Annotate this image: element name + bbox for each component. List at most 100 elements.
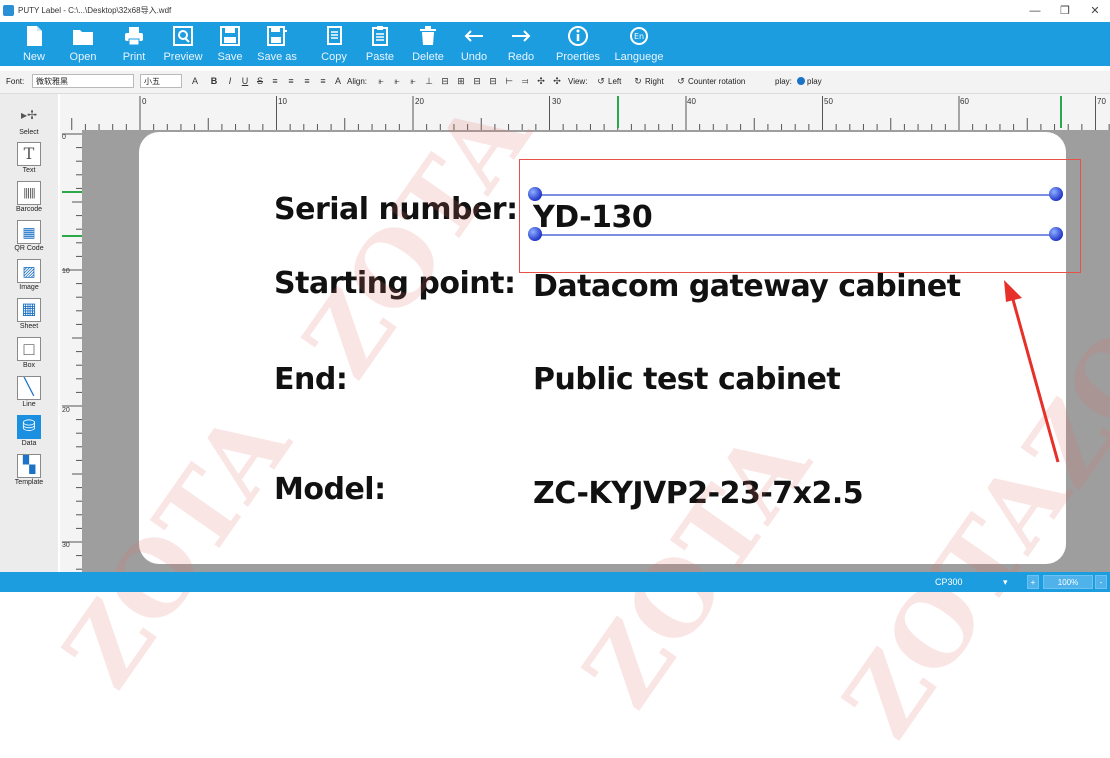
rotate-right-icon[interactable]: ↻ — [633, 76, 643, 86]
tool-line-label: Line — [22, 401, 36, 408]
save-button[interactable]: Save — [212, 22, 248, 66]
align-vcenter-icon[interactable]: ⊟ — [440, 76, 450, 86]
open-button[interactable]: Open — [63, 22, 103, 66]
distribute-v-icon[interactable]: ⫤ — [520, 76, 530, 86]
counter-rotation-label[interactable]: Counter rotation — [688, 77, 745, 86]
end-label[interactable]: End: — [274, 362, 348, 397]
ruler-mark-60: 60 — [960, 97, 969, 106]
tool-text[interactable]: T Text — [17, 142, 41, 178]
strikethrough-icon[interactable]: S — [255, 76, 265, 86]
align-bottom-icon[interactable]: ⊞ — [456, 76, 466, 86]
font-size-select[interactable]: 小五 — [140, 74, 182, 88]
tool-barcode[interactable]: |||||| Barcode — [16, 181, 42, 217]
preview-button[interactable]: Preview — [160, 22, 206, 66]
maximize-button[interactable]: ❐ — [1050, 2, 1080, 20]
same-height-icon[interactable]: ⊟ — [488, 76, 498, 86]
serial-number-label[interactable]: Serial number: — [274, 192, 518, 227]
tool-select[interactable]: ▸✢ Select — [17, 104, 41, 140]
shrink-font-icon[interactable]: A — [333, 76, 343, 86]
tool-qr-code[interactable]: ▦ QR Code — [14, 220, 44, 256]
annotation-arrow-icon — [1004, 280, 1060, 463]
new-button[interactable]: New — [14, 22, 54, 66]
qr-code-icon: ▦ — [17, 220, 41, 244]
underline-icon[interactable]: U — [240, 76, 250, 86]
end-value[interactable]: Public test cabinet — [533, 362, 841, 397]
save-as-label: Save as — [257, 51, 297, 63]
template-icon: ▚ — [17, 454, 41, 478]
resize-handle-bottom-right[interactable] — [1049, 227, 1063, 241]
align-left-text-icon[interactable]: ≡ — [270, 76, 280, 86]
italic-icon[interactable]: I — [225, 76, 235, 86]
tool-box[interactable]: □ Box — [17, 337, 41, 373]
new-file-icon — [27, 26, 42, 46]
delete-button[interactable]: Delete — [408, 22, 448, 66]
tool-barcode-label: Barcode — [15, 206, 43, 213]
zoom-in-button[interactable]: + — [1027, 575, 1039, 589]
align-hcenter-icon[interactable]: ⫦ — [392, 76, 402, 86]
play-button[interactable]: play — [797, 77, 822, 86]
counter-rotation-icon[interactable]: ↺ — [676, 76, 686, 86]
font-select[interactable]: 微软雅黑 — [32, 74, 134, 88]
printer-name: CP300 — [935, 577, 963, 587]
tool-text-label: Text — [22, 167, 36, 174]
save-label: Save — [217, 51, 243, 63]
copy-icon — [327, 26, 342, 45]
resize-handle-top-left[interactable] — [528, 187, 542, 201]
zoom-out-button[interactable]: - — [1095, 575, 1107, 589]
copy-label: Copy — [321, 51, 347, 63]
align-right-text-icon[interactable]: ≡ — [302, 76, 312, 86]
redo-label: Redo — [507, 51, 535, 63]
vertical-ruler: 0 10 20 30 — [60, 130, 83, 572]
zoom-select[interactable]: 100% — [1043, 575, 1093, 589]
save-as-button[interactable]: Save as — [254, 22, 300, 66]
arrow-right-icon — [512, 30, 531, 42]
paste-button[interactable]: Paste — [362, 22, 398, 66]
starting-point-value[interactable]: Datacom gateway cabinet — [533, 269, 961, 304]
annotation-highlight-box — [519, 159, 1081, 273]
print-button[interactable]: Print — [114, 22, 154, 66]
printer-dropdown-icon[interactable]: ▾ — [1003, 577, 1008, 588]
folder-icon — [73, 30, 93, 45]
v-ruler-mark-30: 30 — [62, 542, 70, 549]
tool-image-label: Image — [19, 284, 39, 291]
align-top-icon[interactable]: ⊥ — [424, 76, 434, 86]
justify-text-icon[interactable]: ≡ — [318, 76, 328, 86]
redo-button[interactable]: Redo — [502, 22, 540, 66]
tool-image[interactable]: ▨ Image — [17, 259, 41, 295]
preview-icon — [173, 26, 193, 46]
properties-button[interactable]: Proerties — [553, 22, 603, 66]
center-v-icon[interactable]: ✣ — [552, 76, 562, 86]
close-button[interactable]: ✕ — [1080, 2, 1110, 20]
play-icon — [797, 77, 805, 85]
center-h-icon[interactable]: ✣ — [536, 76, 546, 86]
grow-font-icon[interactable]: A — [190, 76, 200, 86]
starting-point-label[interactable]: Starting point: — [274, 266, 516, 301]
model-value[interactable]: ZC-KYJVP2-23-7x2.5 — [533, 476, 864, 511]
align-right-icon[interactable]: ⫦ — [408, 76, 418, 86]
tool-line[interactable]: ╲ Line — [17, 376, 41, 412]
undo-button[interactable]: Undo — [455, 22, 493, 66]
rotate-left-label[interactable]: Left — [608, 77, 621, 86]
tool-template[interactable]: ▚ Template — [15, 454, 43, 490]
bold-icon[interactable]: B — [209, 76, 219, 86]
tool-sheet[interactable]: ▦ Sheet — [17, 298, 41, 334]
rotate-right-label[interactable]: Right — [645, 77, 664, 86]
play-label: play: — [775, 77, 792, 86]
ruler-mark-40: 40 — [687, 97, 696, 106]
window-title: PUTY Label - C:\...\Desktop\32x68导入.wdf — [18, 6, 172, 15]
rotate-left-icon[interactable]: ↺ — [596, 76, 606, 86]
resize-handle-top-right[interactable] — [1049, 187, 1063, 201]
delete-label: Delete — [412, 51, 444, 63]
same-width-icon[interactable]: ⊟ — [472, 76, 482, 86]
barcode-icon: |||||| — [17, 181, 41, 205]
minimize-button[interactable]: — — [1020, 2, 1050, 20]
format-toolbar: Font: 微软雅黑 小五 A B I U S ≡ ≡ ≡ ≡ A Align:… — [0, 71, 1110, 94]
align-left-icon[interactable]: ⫦ — [376, 76, 386, 86]
distribute-h-icon[interactable]: ⊢ — [504, 76, 514, 86]
align-center-text-icon[interactable]: ≡ — [286, 76, 296, 86]
language-button[interactable]: En Languege — [612, 22, 666, 66]
tool-data[interactable]: ⛁ Data — [17, 415, 41, 451]
resize-handle-bottom-left[interactable] — [528, 227, 542, 241]
copy-button[interactable]: Copy — [316, 22, 352, 66]
model-label[interactable]: Model: — [274, 472, 386, 507]
